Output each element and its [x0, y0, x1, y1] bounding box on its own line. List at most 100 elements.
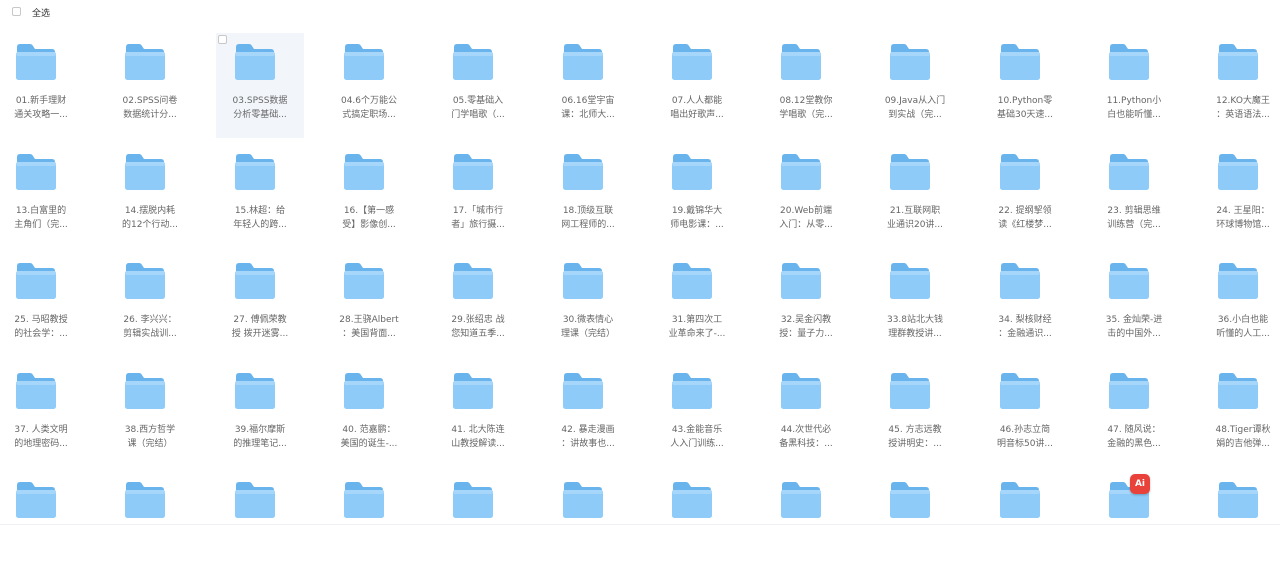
folder-name-line-2: 门学唱歌（...: [451, 110, 505, 120]
folder-item[interactable]: 40. 范嘉鹏： 美国的诞生-...: [325, 362, 413, 467]
folder-icon: [562, 372, 604, 410]
folder-item[interactable]: 01.新手理财 通关攻略一...: [0, 33, 85, 138]
folder-name-line-2: 唱出好歌声...: [670, 110, 724, 120]
folder-item[interactable]: 30.微表情心 理课（完结）: [544, 252, 632, 357]
folder-item[interactable]: 08.12堂教你 学唱歌（完...: [762, 33, 850, 138]
folder-item[interactable]: 14.摆脱内耗 的12个行动...: [106, 143, 194, 248]
folder-name-line-1: 10.Python零: [997, 96, 1053, 106]
folder-name-line-2: 业通识20讲...: [886, 220, 944, 230]
folder-item[interactable]: 04.6个万能公 式搞定职场...: [325, 33, 413, 138]
folder-item[interactable]: 41. 北大陈连 山教授解读...: [434, 362, 522, 467]
folder-item[interactable]: 32.吴金闪教 授：量子力...: [762, 252, 850, 357]
folder-item[interactable]: 39.福尔摩斯 的推理笔记...: [216, 362, 304, 467]
folder-name-line-1: 33.8站北大钱: [886, 315, 944, 325]
folder-name-line-1: 09.Java从入门: [884, 96, 946, 106]
folder-name-line-1: 14.摆脱内耗: [124, 206, 176, 216]
folder-name-line-1: 47. 随风说：: [1107, 425, 1161, 435]
folder-name-line-2: 人入门训练...: [670, 439, 724, 449]
folder-item[interactable]: 42. 暴走漫画 ：讲故事也...: [544, 362, 632, 467]
folder-name: 08.12堂教你 学唱歌（完...: [762, 94, 850, 122]
folder-item[interactable]: 09.Java从入门 到实战（完...: [871, 33, 959, 138]
folder-item[interactable]: 25. 马昭教授 的社会学：...: [0, 252, 85, 357]
folder-item[interactable]: 37. 人类文明 的地理密码...: [0, 362, 85, 467]
folder-icon: [234, 262, 276, 300]
folder-name-line-1: 04.6个万能公: [340, 96, 398, 106]
folder-name-line-2: 网工程师的...: [561, 220, 615, 230]
folder-icon: [671, 153, 713, 191]
folder-item[interactable]: 22. 提纲挈领 读《红楼梦...: [981, 143, 1069, 248]
folder-icon: [671, 43, 713, 81]
folder-name-line-2: 美国的诞生-...: [340, 439, 398, 449]
folder-item[interactable]: 26. 李兴兴： 剪辑实战训...: [106, 252, 194, 357]
folder-item[interactable]: 15.林超：给 年轻人的跨...: [216, 143, 304, 248]
folder-item[interactable]: 43.金能音乐 人入门训练...: [653, 362, 741, 467]
folder-name-line-1: 35. 金灿荣-进: [1105, 315, 1163, 325]
folder-item[interactable]: 28.王骁Albert ：美国背面...: [325, 252, 413, 357]
folder-icon: [999, 372, 1041, 410]
folder-item[interactable]: 19.戴锦华大 师电影课：...: [653, 143, 741, 248]
folder-name: 24. 王星阳： 环球博物馆...: [1199, 204, 1280, 232]
folder-item[interactable]: 21.互联网职 业通识20讲...: [871, 143, 959, 248]
folder-item[interactable]: 34. 梨核财经 ：金融通识...: [981, 252, 1069, 357]
folder-name-line-2: 听懂的人工...: [1216, 329, 1270, 339]
folder-icon: [999, 153, 1041, 191]
folder-item[interactable]: 18.顶级互联 网工程师的...: [544, 143, 632, 248]
folder-item[interactable]: 07.人人都能 唱出好歌声...: [653, 33, 741, 138]
ai-icon[interactable]: Ai: [1130, 474, 1150, 494]
folder-name-line-1: 36.小白也能: [1217, 315, 1269, 325]
folder-item[interactable]: 02.SPSS问卷 数据统计分...: [106, 33, 194, 138]
folder-grid: 01.新手理财 通关攻略一... 02.SPSS问卷 数据统计分... 03.SPSS数…: [0, 0, 1280, 535]
folder-item[interactable]: 35. 金灿荣-进 击的中国外...: [1090, 252, 1178, 357]
folder-icon: [889, 153, 931, 191]
folder-name: 13.白富里的 主角们（完...: [0, 204, 85, 232]
folder-name-line-1: 11.Python小: [1106, 96, 1162, 106]
folder-item[interactable]: 12.KO大魔王 ：英语语法...: [1199, 33, 1280, 138]
folder-icon: [234, 372, 276, 410]
folder-name-line-2: ：英语语法...: [1216, 110, 1270, 120]
folder-item[interactable]: 11.Python小 白也能听懂...: [1090, 33, 1178, 138]
folder-name-line-2: 授：量子力...: [779, 329, 833, 339]
folder-checkbox[interactable]: [218, 35, 227, 44]
folder-item[interactable]: 33.8站北大钱 理群教授讲...: [871, 252, 959, 357]
folder-name-line-1: 21.互联网职: [889, 206, 941, 216]
folder-item[interactable]: 17.「城市行 者」旅行摄...: [434, 143, 522, 248]
folder-item[interactable]: 36.小白也能 听懂的人工...: [1199, 252, 1280, 357]
folder-item[interactable]: 23. 剪辑思维 训练营（完...: [1090, 143, 1178, 248]
folder-item[interactable]: 20.Web前端 入门：从零...: [762, 143, 850, 248]
folder-name-line-1: 34. 梨核财经: [998, 315, 1052, 325]
folder-item[interactable]: 46.孙志立简 明音标50讲...: [981, 362, 1069, 467]
folder-icon: [1217, 43, 1259, 81]
folder-icon: [562, 262, 604, 300]
folder-item[interactable]: 47. 随风说： 金融的黑色...: [1090, 362, 1178, 467]
folder-name-line-1: 17.「城市行: [452, 206, 504, 216]
folder-item[interactable]: 29.张绍忠 战您知道五季...: [434, 252, 522, 357]
folder-item[interactable]: 27. 傅佩荣教授 拨开迷雾...: [216, 252, 304, 357]
folder-item[interactable]: 31.第四次工 业革命来了-...: [653, 252, 741, 357]
folder-item[interactable]: 16.【第一感 受】影像创...: [325, 143, 413, 248]
folder-item[interactable]: 45. 方志远教 授讲明史：...: [871, 362, 959, 467]
folder-icon: [889, 43, 931, 81]
folder-name: 36.小白也能 听懂的人工...: [1199, 313, 1280, 341]
folder-item[interactable]: 06.16堂宇宙 课：北师大...: [544, 33, 632, 138]
folder-name-line-1: 42. 暴走漫画: [561, 425, 615, 435]
folder-name-line-1: 37. 人类文明: [14, 425, 68, 435]
folder-icon: [562, 153, 604, 191]
folder-item[interactable]: 48.Tiger谭秋 娟的吉他弹...: [1199, 362, 1280, 467]
folder-icon: [889, 262, 931, 300]
folder-name-line-2: 授 拨开迷雾...: [231, 329, 289, 339]
folder-item[interactable]: 13.白富里的 主角们（完...: [0, 143, 85, 248]
folder-name: 41. 北大陈连 山教授解读...: [434, 423, 522, 451]
folder-item[interactable]: 10.Python零 基础30天速...: [981, 33, 1069, 138]
folder-name-line-2: 金融的黑色...: [1107, 439, 1161, 449]
folder-icon: [343, 43, 385, 81]
folder-name: 03.SPSS数据 分析零基础...: [216, 94, 304, 122]
folder-item[interactable]: 03.SPSS数据 分析零基础...: [216, 33, 304, 138]
folder-name-line-2: 授讲明史：...: [888, 439, 942, 449]
folder-item[interactable]: 44.次世代必 备黑科技：...: [762, 362, 850, 467]
folder-item[interactable]: 38.西方哲学 课（完结）: [106, 362, 194, 467]
folder-name-line-1: 26. 李兴兴：: [123, 315, 177, 325]
folder-name-line-1: 03.SPSS数据: [232, 96, 288, 106]
folder-item[interactable]: 05.零基础入 门学唱歌（...: [434, 33, 522, 138]
folder-item[interactable]: 24. 王星阳： 环球博物馆...: [1199, 143, 1280, 248]
folder-name: 45. 方志远教 授讲明史：...: [871, 423, 959, 451]
